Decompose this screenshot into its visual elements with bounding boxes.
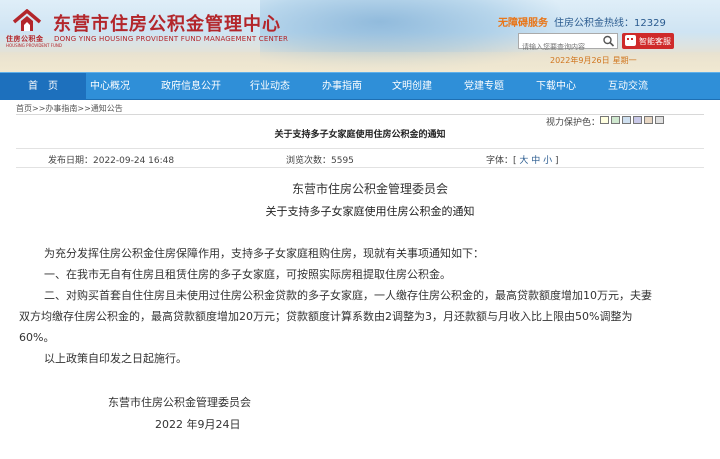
- signature-date: 2022 年9月24日: [155, 418, 241, 431]
- body-paragraph: 双方均缴存住房公积金的，最高贷款额度增加20万元；贷款额度计算系数由2调整为3，…: [19, 310, 633, 323]
- hotline-text: 住房公积金热线：12329: [554, 18, 666, 29]
- search-box: [518, 33, 618, 54]
- issuing-org: 东营市住房公积金管理委员会: [291, 182, 448, 196]
- main-nav: 首 页 中心概况 政府信息公开 行业动态 办事指南 文明创建 党建专题 下载中心…: [0, 72, 720, 100]
- smart-service-label: 智能客服: [639, 37, 671, 46]
- current-date: 2022年9月26日 星期一: [550, 55, 637, 66]
- eye-protect-swatch[interactable]: [644, 116, 653, 124]
- font-size-label: 字体：[: [486, 156, 517, 166]
- body-paragraph: 为充分发挥住房公积金住房保障作用，支持多子女家庭租购住房，现就有关事项通知如下：: [44, 247, 484, 260]
- date-text: 2022年9月26日: [550, 56, 610, 65]
- body-paragraph: 以上政策自印发之日起施行。: [44, 352, 187, 365]
- signature-org: 东营市住房公积金管理委员会: [108, 396, 251, 409]
- font-size-options[interactable]: 大 中 小: [519, 156, 552, 166]
- font-size-end: ]: [555, 156, 559, 166]
- hotline-bar: 无障碍服务 住房公积金热线：12329: [498, 14, 666, 29]
- logo-subtext: HOUSING PROVIDENT FUND: [6, 43, 62, 48]
- publish-time: 发布日期：2022-09-24 16:48: [48, 156, 175, 166]
- body-paragraph: 二、对购买首套自住住房且未使用过住房公积金贷款的多子女家庭，一人缴存住房公积金的…: [44, 289, 652, 302]
- notice-title: 关于支持多子女家庭使用住房公积金的通知: [265, 205, 475, 218]
- nav-item-civilization[interactable]: 文明创建: [374, 73, 450, 100]
- search-input[interactable]: [519, 40, 599, 54]
- nav-item-interaction[interactable]: 互动交流: [590, 73, 666, 100]
- nav-item-service-guide[interactable]: 办事指南: [304, 73, 380, 100]
- view-count: 浏览次数：5595: [286, 156, 354, 166]
- nav-item-party-building[interactable]: 党建专题: [446, 73, 522, 100]
- nav-item-center-overview[interactable]: 中心概况: [72, 73, 148, 100]
- eye-protect-swatch[interactable]: [655, 116, 664, 124]
- logo-icon[interactable]: [12, 9, 42, 33]
- site-title-en: DONG YING HOUSING PROVIDENT FUND MANAGEM…: [54, 35, 289, 43]
- eye-protect-swatch[interactable]: [600, 116, 609, 124]
- smart-service-button[interactable]: 智能客服: [622, 33, 674, 49]
- body-paragraph: 一、在我市无自有住房且租赁住房的多子女家庭，可按照实际房租提取住房公积金。: [44, 268, 451, 281]
- site-title: 东营市住房公积金管理中心: [53, 14, 281, 35]
- nav-item-industry-news[interactable]: 行业动态: [232, 73, 308, 100]
- eye-protect-swatch[interactable]: [611, 116, 620, 124]
- search-icon[interactable]: [602, 35, 615, 47]
- nav-item-downloads[interactable]: 下载中心: [518, 73, 594, 100]
- nav-item-gov-info[interactable]: 政府信息公开: [151, 73, 231, 100]
- accessibility-link[interactable]: 无障碍服务: [498, 18, 548, 29]
- font-size-control: 字体：[ 大 中 小 ]: [486, 153, 559, 166]
- body-paragraph: 60%。: [19, 331, 55, 344]
- eye-protect-swatch[interactable]: [633, 116, 642, 124]
- robot-icon: [625, 35, 636, 46]
- breadcrumb[interactable]: 首页>>办事指南>>通知公告: [16, 103, 123, 114]
- article-header-title: 关于支持多子女家庭使用住房公积金的通知: [274, 130, 446, 140]
- eye-protect-swatch[interactable]: [622, 116, 631, 124]
- site-header: 住房公积金 HOUSING PROVIDENT FUND 东营市住房公积金管理中…: [0, 0, 720, 72]
- weekday-text: 星期一: [612, 56, 637, 65]
- breadcrumb-divider: [16, 114, 704, 115]
